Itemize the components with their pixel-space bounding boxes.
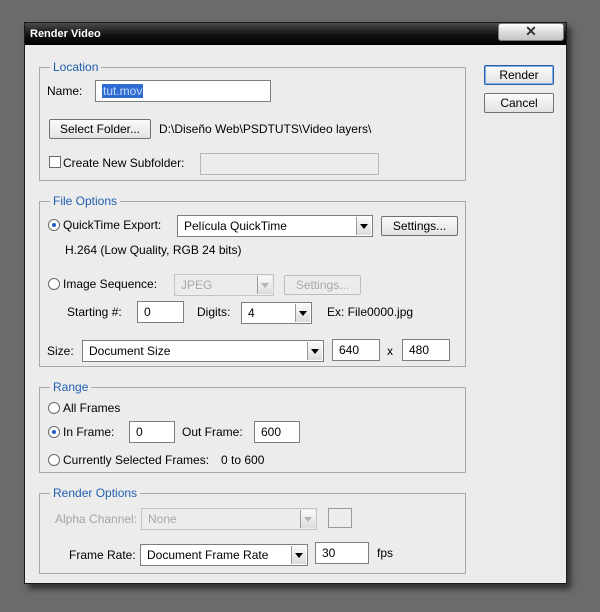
render-video-dialog: Render Video ✕ Render Cancel Location Na… <box>24 22 567 584</box>
alpha-color-swatch[interactable] <box>328 508 352 528</box>
height-input[interactable]: 480 <box>402 339 450 361</box>
chevron-down-icon <box>257 276 272 294</box>
chevron-down-icon <box>356 217 371 235</box>
alpha-channel-value: None <box>148 512 177 526</box>
digits-label: Digits: <box>197 305 231 319</box>
image-sequence-radio[interactable] <box>48 278 60 290</box>
create-subfolder-label: Create New Subfolder: <box>63 156 185 170</box>
location-legend: Location <box>53 60 99 74</box>
image-sequence-label: Image Sequence: <box>63 277 158 291</box>
image-format-value: JPEG <box>181 278 213 292</box>
starting-number-label: Starting #: <box>67 305 122 319</box>
fps-input[interactable]: 30 <box>315 542 369 564</box>
name-value: tut.mov <box>102 84 144 98</box>
folder-path: D:\Diseño Web\PSDTUTS\Video layers\ <box>159 122 372 136</box>
alpha-channel-label: Alpha Channel: <box>55 512 138 526</box>
subfolder-input[interactable] <box>200 153 379 175</box>
frame-rate-value: Document Frame Rate <box>147 548 269 562</box>
all-frames-label: All Frames <box>63 401 121 415</box>
selected-frames-value: 0 to 600 <box>221 453 265 467</box>
window-title: Render Video <box>30 28 101 40</box>
image-format-select[interactable]: JPEG <box>174 274 274 296</box>
fps-unit: fps <box>377 546 394 560</box>
quicktime-settings-button[interactable]: Settings... <box>381 216 458 236</box>
out-frame-input[interactable]: 600 <box>254 421 300 443</box>
size-separator: x <box>387 344 393 358</box>
name-input[interactable]: tut.mov <box>95 80 271 102</box>
cancel-button[interactable]: Cancel <box>484 93 554 113</box>
frame-rate-label: Frame Rate: <box>69 548 136 562</box>
file-options-legend: File Options <box>53 194 118 208</box>
starting-number-input[interactable]: 0 <box>137 301 184 323</box>
selected-frames-label: Currently Selected Frames: <box>63 453 210 467</box>
select-folder-button[interactable]: Select Folder... <box>49 119 151 139</box>
in-frame-input[interactable]: 0 <box>129 421 175 443</box>
size-label: Size: <box>47 344 74 358</box>
chevron-down-icon <box>307 342 322 360</box>
in-frame-radio[interactable] <box>48 426 60 438</box>
size-value: Document Size <box>89 344 171 358</box>
frame-rate-select[interactable]: Document Frame Rate <box>140 544 308 566</box>
image-sequence-settings-button[interactable]: Settings... <box>284 275 361 295</box>
quicktime-export-radio[interactable] <box>48 219 60 231</box>
render-options-legend: Render Options <box>53 486 138 500</box>
in-frame-label: In Frame: <box>63 425 115 439</box>
chevron-down-icon <box>291 546 306 564</box>
quicktime-format-select[interactable]: Película QuickTime <box>177 215 373 237</box>
title-bar[interactable]: Render Video ✕ <box>25 23 566 45</box>
digits-select[interactable]: 4 <box>241 302 312 324</box>
close-icon: ✕ <box>525 23 537 39</box>
range-legend: Range <box>53 380 89 394</box>
codec-info: H.264 (Low Quality, RGB 24 bits) <box>65 243 242 257</box>
size-select[interactable]: Document Size <box>82 340 324 362</box>
filename-example: Ex: File0000.jpg <box>327 305 414 319</box>
create-subfolder-checkbox[interactable] <box>49 156 61 168</box>
selected-frames-radio[interactable] <box>48 454 60 466</box>
chevron-down-icon <box>300 510 315 528</box>
alpha-channel-select[interactable]: None <box>141 508 317 530</box>
quicktime-format-value: Película QuickTime <box>184 219 287 233</box>
name-label: Name: <box>47 84 83 98</box>
render-button[interactable]: Render <box>484 65 554 85</box>
digits-value: 4 <box>248 306 255 320</box>
all-frames-radio[interactable] <box>48 402 60 414</box>
chevron-down-icon <box>295 304 310 322</box>
close-button[interactable]: ✕ <box>498 23 564 41</box>
width-input[interactable]: 640 <box>332 339 380 361</box>
quicktime-export-label: QuickTime Export: <box>63 218 162 232</box>
out-frame-label: Out Frame: <box>182 425 243 439</box>
